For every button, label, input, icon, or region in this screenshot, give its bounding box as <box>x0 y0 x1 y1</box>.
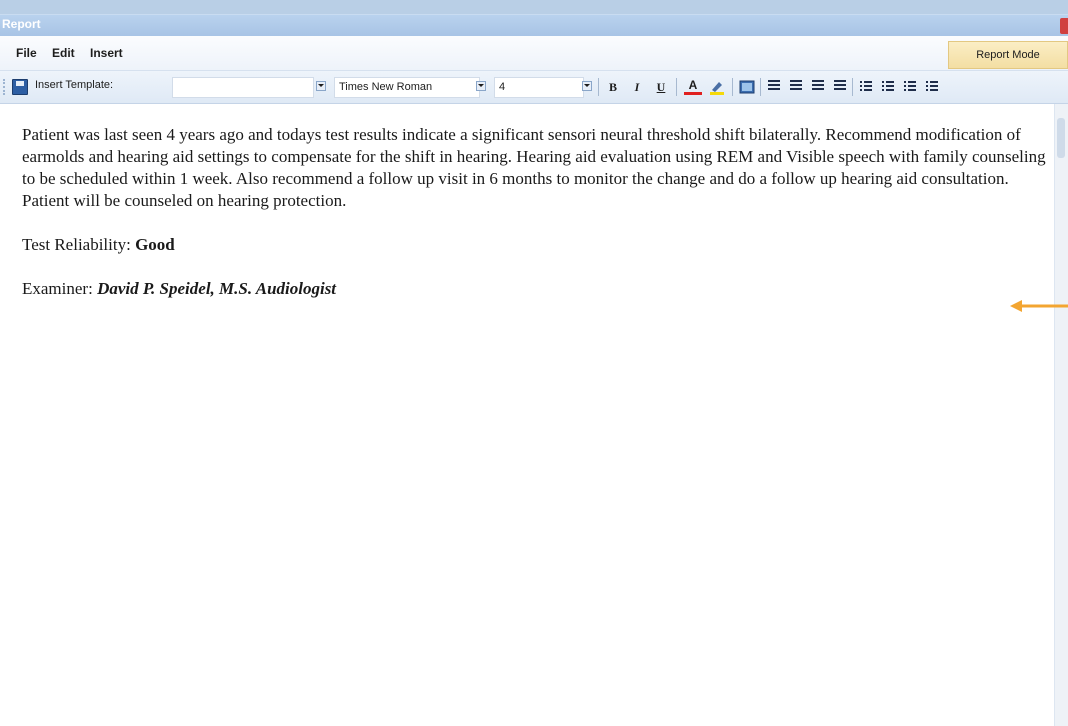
reliability-label: Test Reliability: <box>22 235 131 254</box>
template-select[interactable] <box>172 77 314 98</box>
report-mode-button[interactable]: Report Mode <box>948 41 1068 69</box>
font-name-dropdown-icon[interactable] <box>476 81 486 91</box>
toolbar-separator <box>852 78 853 96</box>
italic-button[interactable]: I <box>628 78 646 96</box>
scrollbar-thumb[interactable] <box>1057 118 1065 158</box>
report-paragraph: Patient was last seen 4 years ago and to… <box>22 125 1046 210</box>
image-icon[interactable] <box>738 78 756 96</box>
examiner-label: Examiner: <box>22 279 93 298</box>
underline-button[interactable]: U <box>652 78 670 96</box>
vertical-scrollbar[interactable] <box>1054 104 1068 726</box>
bold-button[interactable]: B <box>604 78 622 96</box>
indent-icon[interactable] <box>926 80 938 92</box>
menu-edit[interactable]: Edit <box>52 46 75 60</box>
toolbar-separator <box>760 78 761 96</box>
test-reliability-line: Test Reliability: Good <box>22 234 1052 256</box>
menu-insert[interactable]: Insert <box>90 46 123 60</box>
bulleted-list-icon[interactable] <box>882 80 894 92</box>
font-color-button[interactable]: A <box>684 78 702 95</box>
toolbar-separator <box>676 78 677 96</box>
numbered-list-icon[interactable] <box>860 80 872 92</box>
save-icon[interactable] <box>12 79 28 95</box>
font-size-dropdown-icon[interactable] <box>582 81 592 91</box>
font-name-select[interactable]: Times New Roman <box>334 77 480 98</box>
highlight-icon[interactable] <box>708 78 726 96</box>
examiner-value: David P. Speidel, M.S. Audiologist <box>97 279 337 298</box>
font-size-select[interactable]: 4 <box>494 77 584 98</box>
align-justify-icon[interactable] <box>834 80 846 92</box>
report-window: Report File Edit Insert Report Mode Inse… <box>0 14 1068 726</box>
format-toolbar: Insert Template: Times New Roman 4 B I U… <box>0 71 1068 104</box>
toolbar-grip[interactable] <box>3 79 7 95</box>
menu-file[interactable]: File <box>16 46 37 60</box>
close-icon[interactable] <box>1060 18 1068 34</box>
toolbar-separator <box>598 78 599 96</box>
template-dropdown-icon[interactable] <box>316 81 326 91</box>
align-right-icon[interactable] <box>812 80 824 92</box>
window-title: Report <box>2 17 41 31</box>
insert-template-label: Insert Template: <box>35 79 114 91</box>
align-left-icon[interactable] <box>768 80 780 92</box>
examiner-line: Examiner: David P. Speidel, M.S. Audiolo… <box>22 278 1052 300</box>
toolbar-separator <box>732 78 733 96</box>
left-arrow-icon <box>1010 300 1068 312</box>
menu-bar: File Edit Insert Report Mode <box>0 36 1068 71</box>
align-center-icon[interactable] <box>790 80 802 92</box>
outdent-icon[interactable] <box>904 80 916 92</box>
title-bar: Report <box>0 14 1068 37</box>
reliability-value: Good <box>135 235 175 254</box>
report-content[interactable]: Patient was last seen 4 years ago and to… <box>22 124 1052 300</box>
